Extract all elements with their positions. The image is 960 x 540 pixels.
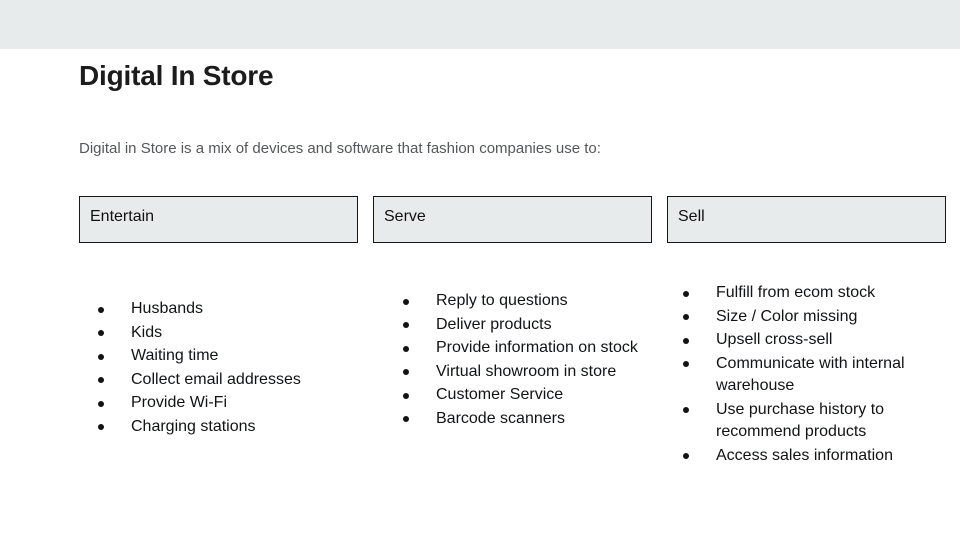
list-item-label: Access sales information [716, 446, 893, 464]
list-item-label: Customer Service [436, 386, 564, 403]
list-item-label: Collect email addresses [131, 370, 301, 388]
bullet-dot-icon [683, 361, 689, 367]
list-item-label: Fulfill from ecom stock [716, 284, 876, 301]
bullet-dot-icon [683, 407, 689, 413]
list-item: Use purchase history to recommend produc… [681, 399, 931, 444]
list-item-label: Virtual showroom in store [436, 362, 617, 380]
bullet-list-sell: Fulfill from ecom stock Size / Color mis… [681, 282, 931, 468]
list-item-label: Barcode scanners [436, 409, 565, 427]
bullet-dot-icon [683, 453, 689, 459]
list-item-label: Waiting time [131, 347, 219, 364]
list-item: Virtual showroom in store [401, 361, 641, 384]
list-item: Provide Wi-Fi [96, 392, 366, 415]
list-item: Upsell cross-sell [681, 329, 931, 352]
category-header-box-sell: Sell [667, 196, 946, 243]
list-item-label: Husbands [131, 300, 204, 317]
bullet-dot-icon [98, 330, 104, 336]
list-item: Charging stations [96, 416, 366, 439]
bullet-dot-icon [98, 306, 104, 313]
list-item: Deliver products [401, 314, 641, 337]
list-item: Husbands [96, 298, 366, 321]
category-header-label: Serve [384, 208, 426, 225]
list-item: Customer Service [401, 384, 641, 407]
list-item: Collect email addresses [96, 369, 366, 392]
slide-content: Digital In Store Digital in Store is a m… [0, 49, 960, 540]
bullet-dot-icon [98, 424, 104, 430]
list-item: Kids [96, 322, 366, 345]
list-item: Communicate with internal warehouse [681, 353, 931, 398]
list-item-label: Provide Wi-Fi [131, 394, 228, 411]
list-item: Access sales information [681, 445, 931, 468]
list-item: Reply to questions [401, 290, 641, 313]
bullet-dot-icon [403, 416, 409, 422]
category-header-label: Entertain [90, 208, 155, 225]
bullet-dot-icon [98, 400, 104, 407]
bullet-dot-icon [403, 345, 409, 352]
bullet-dot-icon [403, 298, 409, 305]
list-item: Barcode scanners [401, 408, 641, 431]
bullet-list-serve: Reply to questions Deliver products Prov… [401, 290, 641, 431]
list-item: Fulfill from ecom stock [681, 282, 931, 305]
bullet-dot-icon [403, 392, 409, 399]
list-item-label: Size / Color missing [716, 307, 858, 325]
category-header-label: Sell [678, 208, 705, 225]
bullet-dot-icon [403, 369, 409, 375]
list-item-label: Communicate with internal warehouse [716, 354, 905, 395]
slide-subtitle: Digital in Store is a mix of devices and… [79, 140, 601, 157]
list-item-label: Provide information on stock [436, 339, 638, 356]
bullet-dot-icon [98, 353, 104, 360]
bullet-dot-icon [98, 377, 104, 383]
top-decorative-bar [0, 0, 960, 49]
category-header-box-serve: Serve [373, 196, 652, 243]
category-header-row: Entertain Serve Sell [79, 196, 946, 245]
bullet-dot-icon [683, 290, 689, 297]
list-item-label: Upsell cross-sell [716, 331, 833, 348]
list-item-label: Charging stations [131, 417, 256, 435]
bullet-dot-icon [683, 337, 689, 344]
list-item-label: Kids [131, 323, 163, 341]
list-item: Provide information on stock [401, 337, 641, 360]
bullet-dot-icon [403, 322, 409, 328]
list-item: Size / Color missing [681, 306, 931, 329]
page-title: Digital In Store [79, 60, 274, 91]
category-header-box-entertain: Entertain [79, 196, 358, 243]
list-item-label: Reply to questions [436, 292, 568, 309]
list-item: Waiting time [96, 345, 366, 368]
list-item-label: Use purchase history to recommend produc… [716, 400, 885, 441]
bullet-list-entertain: Husbands Kids Waiting time Collect email… [96, 298, 366, 439]
bullet-dot-icon [683, 314, 689, 320]
list-item-label: Deliver products [436, 315, 552, 333]
